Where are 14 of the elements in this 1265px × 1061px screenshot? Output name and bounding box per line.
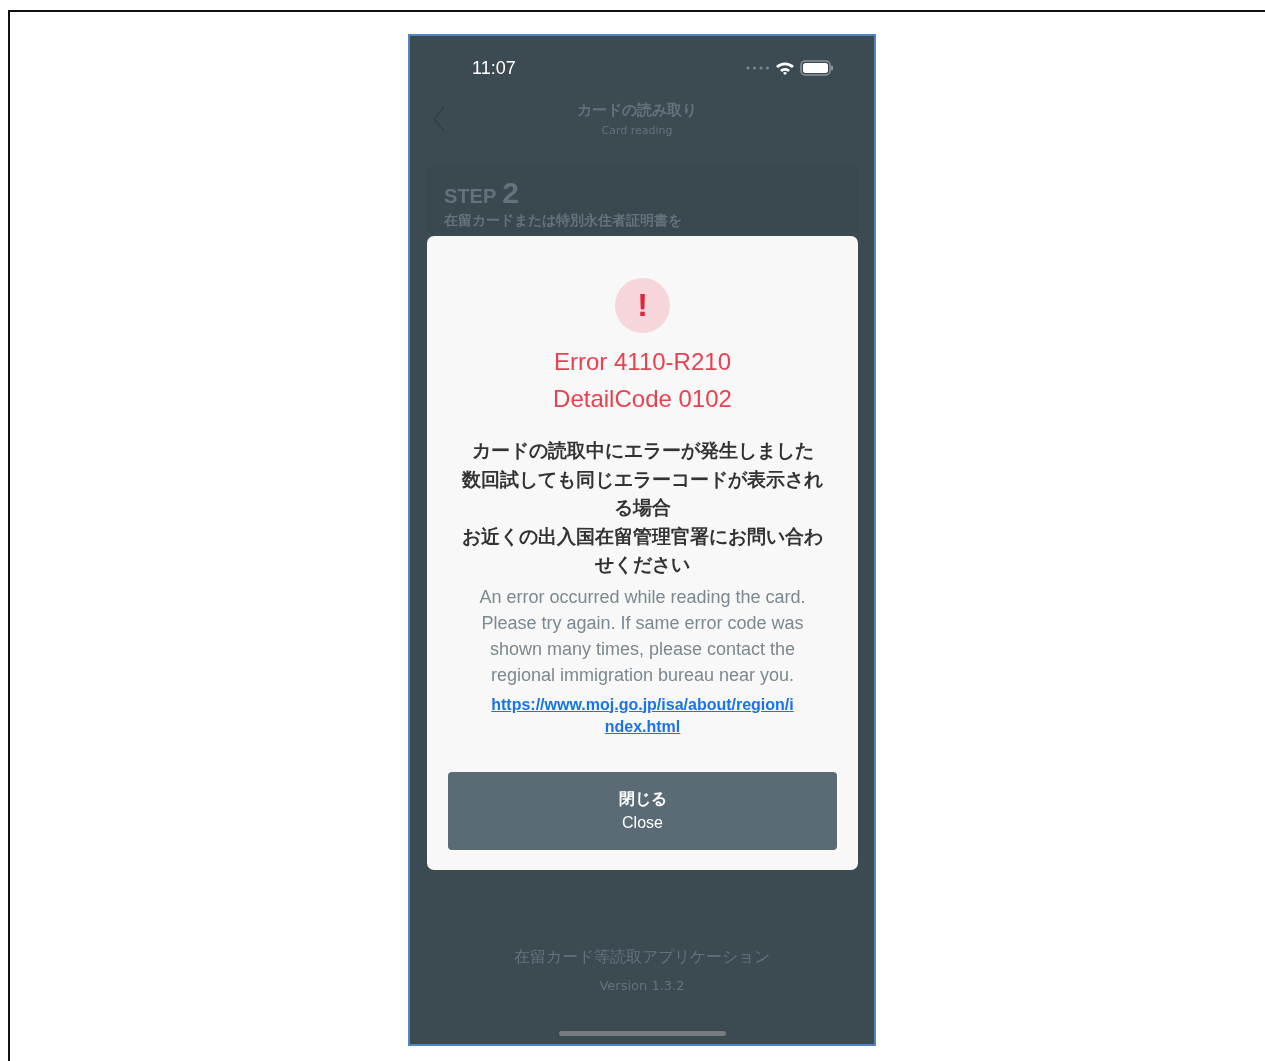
battery-icon bbox=[800, 60, 834, 76]
error-message: 数回試しても同じエラーコードが表示される場合 bbox=[461, 467, 824, 520]
region-link[interactable]: https://www.moj.go.jp/isa/about/region/index.html bbox=[490, 693, 795, 738]
error-message: カードの読取中にエラーが発生しました bbox=[470, 439, 815, 463]
home-indicator[interactable] bbox=[558, 1031, 726, 1036]
signal-icon bbox=[746, 66, 770, 70]
status-time: 11:07 bbox=[472, 57, 516, 79]
error-code: Error 4110-R210 bbox=[553, 347, 732, 377]
alert-icon: ! bbox=[615, 278, 670, 333]
error-message-english: An error occurred while reading the card. Please try again. If same error code was shown many times, please contact the regional immigration bureau near you. bbox=[478, 585, 807, 687]
wifi-icon bbox=[775, 61, 795, 75]
error-message: お近くの出入国在留管理官署にお問い合わせください bbox=[461, 524, 824, 577]
error-code: DetailCode 0102 bbox=[553, 384, 732, 414]
close-button[interactable]: 閉じる Close bbox=[448, 771, 837, 850]
